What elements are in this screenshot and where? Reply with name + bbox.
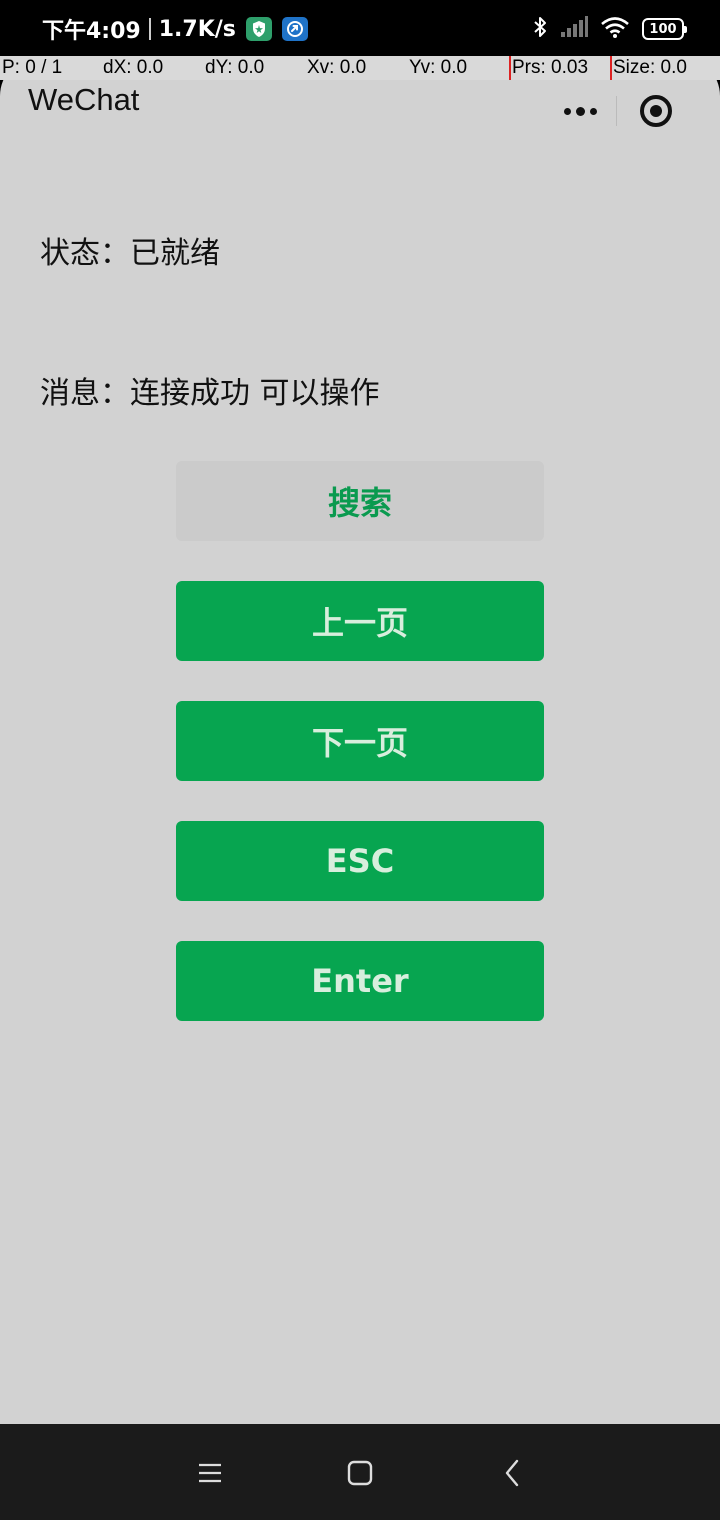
status-net-speed: 1.7K/s [158, 16, 236, 42]
wifi-icon [600, 16, 630, 42]
debug-marker-2 [610, 56, 612, 80]
battery-level: 100 [649, 21, 677, 37]
shield-app-icon [245, 17, 272, 41]
debug-marker [509, 56, 511, 80]
debug-pointer: P: 0 / 1 [2, 57, 63, 78]
bluetooth-icon [532, 15, 548, 43]
search-button[interactable]: 搜索 [176, 461, 544, 541]
pointer-debug-bar: P: 0 / 1 dX: 0.0 dY: 0.0 Xv: 0.0 Yv: 0.0… [0, 56, 720, 80]
more-dots-icon-center [575, 106, 585, 116]
link-app-icon [281, 17, 308, 41]
status-right: 100 [532, 14, 687, 44]
menu-button[interactable] [180, 1448, 240, 1498]
more-button[interactable] [544, 84, 616, 138]
debug-xv: Xv: 0.0 [307, 57, 367, 78]
debug-prs: Prs: 0.03 [512, 57, 589, 78]
debug-dy: dY: 0.0 [205, 57, 265, 78]
menu-icon [199, 1463, 221, 1483]
status-bar: 下午4:09 1.7K/s 100 [0, 0, 720, 56]
back-button[interactable] [482, 1448, 542, 1498]
status-divider [148, 18, 151, 40]
home-button[interactable] [330, 1448, 390, 1498]
mini-program-page: WeChat 状态：已就绪 消息：连接成功 可以操作 搜索 上一页 下一页 ES… [0, 56, 720, 1424]
enter-button[interactable]: Enter [176, 941, 544, 1021]
close-button[interactable] [617, 84, 694, 138]
status-text: 状态：已就绪 [40, 236, 220, 271]
close-target-icon [639, 95, 672, 127]
more-dots-icon-right [589, 107, 597, 115]
prev-page-button[interactable]: 上一页 [176, 581, 544, 661]
back-icon [505, 1459, 519, 1487]
system-nav-bar [0, 1424, 720, 1520]
next-page-button[interactable]: 下一页 [176, 701, 544, 781]
message-text: 消息：连接成功 可以操作 [40, 376, 380, 411]
status-time: 下午4:09 [42, 19, 141, 44]
page-title: WeChat [28, 82, 140, 117]
cell-signal-icon [560, 16, 588, 42]
status-left: 下午4:09 1.7K/s [42, 14, 308, 44]
battery-icon: 100 [642, 18, 687, 40]
home-icon [347, 1460, 373, 1486]
debug-size: Size: 0.0 [613, 57, 687, 78]
more-dots-icon [563, 107, 571, 115]
debug-dx: dX: 0.0 [103, 57, 164, 78]
debug-yv: Yv: 0.0 [409, 57, 468, 78]
capsule-menu [544, 84, 694, 138]
esc-button[interactable]: ESC [176, 821, 544, 901]
